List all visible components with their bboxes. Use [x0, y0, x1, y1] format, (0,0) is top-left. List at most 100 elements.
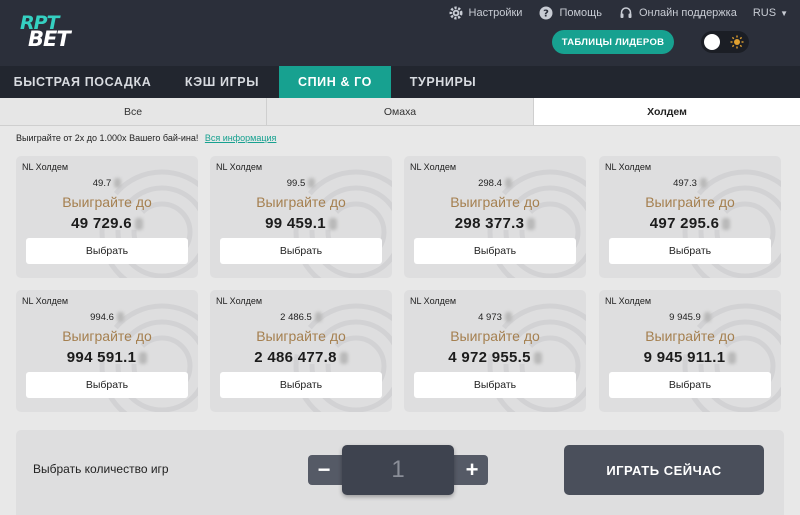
win-label: Выиграйте до	[62, 328, 152, 344]
currency-icon	[504, 312, 512, 323]
currency-icon	[722, 218, 731, 231]
select-button[interactable]: Выбрать	[414, 238, 576, 264]
currency-icon	[114, 178, 122, 189]
game-type: NL Холдем	[22, 162, 69, 172]
help-icon: ?	[539, 6, 553, 20]
select-button[interactable]: Выбрать	[414, 372, 576, 398]
max-prize-value: 49 729.6	[71, 215, 132, 232]
currency-icon	[134, 218, 143, 231]
select-button[interactable]: Выбрать	[609, 238, 771, 264]
buy-in: 298.4	[404, 178, 586, 189]
spin-card: NL Холдем 994.6 Выиграйте до 994 591.1 В…	[16, 290, 198, 412]
game-type: NL Холдем	[410, 296, 457, 306]
header: RPT BET Настройки ? Помощь Онлайн поддер…	[0, 0, 800, 66]
max-prize-value: 298 377.3	[454, 215, 525, 232]
leaderboards-button[interactable]: ТАБЛИЦЫ ЛИДЕРОВ	[552, 30, 674, 54]
buy-in-value: 99.5	[286, 178, 306, 189]
buy-in-value: 49.7	[92, 178, 112, 189]
currency-icon	[308, 178, 316, 189]
select-button[interactable]: Выбрать	[220, 238, 382, 264]
game-type: NL Холдем	[410, 162, 457, 172]
play-now-button[interactable]: ИГРАТЬ СЕЙЧАС	[564, 445, 764, 495]
max-prize-value: 2 486 477.8	[254, 349, 337, 366]
currency-icon	[504, 178, 512, 189]
currency-icon	[314, 312, 322, 323]
increment-button[interactable]: +	[456, 455, 488, 485]
currency-icon	[139, 352, 148, 365]
spin-card: NL Холдем 497.3 Выиграйте до 497 295.6 В…	[599, 156, 781, 278]
buy-in-value: 298.4	[478, 178, 502, 189]
tab-omaha[interactable]: Омаха	[267, 98, 534, 125]
buy-in: 994.6	[16, 312, 198, 323]
max-prize-value: 4 972 955.5	[448, 349, 531, 366]
spin-card: NL Холдем 4 973 Выиграйте до 4 972 955.5…	[404, 290, 586, 412]
buy-in-value: 994.6	[90, 312, 114, 323]
game-type: NL Холдем	[605, 162, 652, 172]
quantity-label: Выбрать количество игр	[33, 462, 169, 476]
tab-all[interactable]: Все	[0, 98, 267, 125]
spin-card: NL Холдем 2 486.5 Выиграйте до 2 486 477…	[210, 290, 392, 412]
game-type: NL Холдем	[216, 162, 263, 172]
top-links: Настройки ? Помощь Онлайн поддержка RUS …	[432, 5, 788, 21]
win-label: Выиграйте до	[645, 194, 735, 210]
help-label: Помощь	[559, 7, 602, 19]
currency-icon	[533, 352, 542, 365]
quantity-value[interactable]: 1	[342, 445, 454, 495]
spin-card: NL Холдем 9 945.9 Выиграйте до 9 945 911…	[599, 290, 781, 412]
nav-item-tournaments[interactable]: ТУРНИРЫ	[391, 66, 495, 98]
win-label: Выиграйте до	[450, 194, 540, 210]
nav-item-cash-games[interactable]: КЭШ ИГРЫ	[165, 66, 279, 98]
main-nav: БЫСТРАЯ ПОСАДКА КЭШ ИГРЫ СПИН & ГО ТУРНИ…	[0, 66, 800, 98]
select-button[interactable]: Выбрать	[609, 372, 771, 398]
promo-banner: Выиграйте от 2x до 1.000x Вашего бай-ина…	[16, 133, 276, 143]
spin-card: NL Холдем 49.7 Выиграйте до 49 729.6 Выб…	[16, 156, 198, 278]
buy-in: 9 945.9	[599, 312, 781, 323]
select-button[interactable]: Выбрать	[26, 238, 188, 264]
nav-item-quick-seat[interactable]: БЫСТРАЯ ПОСАДКА	[0, 66, 165, 98]
buy-in: 497.3	[599, 178, 781, 189]
game-type: NL Холдем	[216, 296, 263, 306]
select-button[interactable]: Выбрать	[26, 372, 188, 398]
chevron-down-icon: ▼	[780, 8, 788, 18]
language-selector[interactable]: RUS ▼	[753, 7, 788, 19]
max-prize: 994 591.1	[16, 349, 198, 366]
currency-icon	[328, 218, 337, 231]
help-link[interactable]: ? Помощь	[539, 6, 602, 20]
max-prize-value: 994 591.1	[66, 349, 137, 366]
game-type: NL Холдем	[22, 296, 69, 306]
settings-link[interactable]: Настройки	[449, 6, 522, 20]
max-prize: 99 459.1	[210, 215, 392, 232]
language-value: RUS	[752, 7, 777, 19]
support-link[interactable]: Онлайн поддержка	[619, 6, 737, 20]
play-panel: Выбрать количество игр − + 1 ИГРАТЬ СЕЙЧ…	[16, 430, 784, 515]
decrement-button[interactable]: −	[308, 455, 340, 485]
support-label: Онлайн поддержка	[638, 7, 737, 19]
spin-card: NL Холдем 99.5 Выиграйте до 99 459.1 Выб…	[210, 156, 392, 278]
select-button[interactable]: Выбрать	[220, 372, 382, 398]
win-label: Выиграйте до	[645, 328, 735, 344]
buy-in: 4 973	[404, 312, 586, 323]
win-label: Выиграйте до	[62, 194, 152, 210]
buy-in-value: 9 945.9	[669, 312, 701, 323]
currency-icon	[527, 218, 536, 231]
toggle-knob	[704, 34, 720, 50]
all-info-link[interactable]: Вся информация	[205, 133, 277, 143]
win-label: Выиграйте до	[256, 194, 346, 210]
nav-item-spin-and-go[interactable]: СПИН & ГО	[279, 66, 391, 98]
max-prize: 497 295.6	[599, 215, 781, 232]
currency-icon	[728, 352, 737, 365]
tab-holdem[interactable]: Холдем	[534, 98, 800, 125]
max-prize: 9 945 911.1	[599, 349, 781, 366]
game-type: NL Холдем	[605, 296, 652, 306]
spin-card: NL Холдем 298.4 Выиграйте до 298 377.3 В…	[404, 156, 586, 278]
svg-text:?: ?	[544, 9, 550, 20]
theme-toggle[interactable]	[701, 31, 749, 53]
quantity-stepper: − + 1	[308, 445, 488, 495]
win-label: Выиграйте до	[256, 328, 346, 344]
buy-in: 2 486.5	[210, 312, 392, 323]
max-prize-value: 99 459.1	[265, 215, 326, 232]
logo-text-bottom: BET	[28, 27, 71, 51]
buy-in: 49.7	[16, 178, 198, 189]
logo[interactable]: RPT BET	[18, 12, 106, 51]
max-prize: 298 377.3	[404, 215, 586, 232]
